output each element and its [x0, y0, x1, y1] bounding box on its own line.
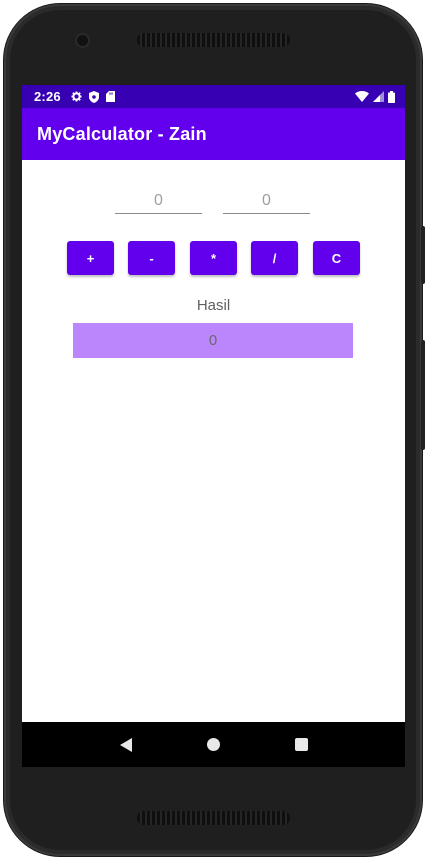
bottom-speaker — [137, 811, 290, 825]
front-camera — [77, 35, 88, 46]
shield-icon — [88, 90, 99, 103]
clear-button[interactable]: C — [313, 241, 360, 275]
signal-icon — [373, 91, 384, 102]
volume-button[interactable] — [421, 226, 425, 284]
first-number-input[interactable] — [115, 188, 202, 214]
recents-icon[interactable] — [294, 738, 308, 751]
status-bar: 2:26 — [22, 85, 405, 108]
app-screen: 2:26 MyCalculator - Zain 0 0 + - * / C H… — [22, 85, 405, 767]
back-icon[interactable] — [119, 737, 132, 752]
top-speaker — [137, 33, 290, 47]
divide-button[interactable]: / — [251, 241, 298, 275]
subtract-button[interactable]: - — [128, 241, 175, 275]
add-button[interactable]: + — [67, 241, 114, 275]
power-button[interactable] — [421, 340, 425, 450]
result-label: Hasil — [196, 297, 231, 314]
navigation-bar — [22, 722, 405, 767]
wifi-icon — [355, 91, 369, 102]
gear-icon — [71, 91, 82, 102]
app-bar: MyCalculator - Zain — [22, 108, 405, 160]
sd-card-icon — [105, 91, 115, 102]
result-display: 0 — [73, 323, 353, 358]
battery-icon — [388, 90, 395, 103]
second-number-input[interactable] — [223, 188, 310, 214]
app-title: MyCalculator - Zain — [37, 123, 207, 144]
multiply-button[interactable]: * — [190, 241, 237, 275]
status-system-icons — [355, 90, 395, 103]
result-value: 0 — [208, 332, 218, 349]
status-notification-icons — [71, 90, 115, 103]
status-time: 2:26 — [34, 89, 61, 104]
home-icon[interactable] — [206, 738, 220, 751]
